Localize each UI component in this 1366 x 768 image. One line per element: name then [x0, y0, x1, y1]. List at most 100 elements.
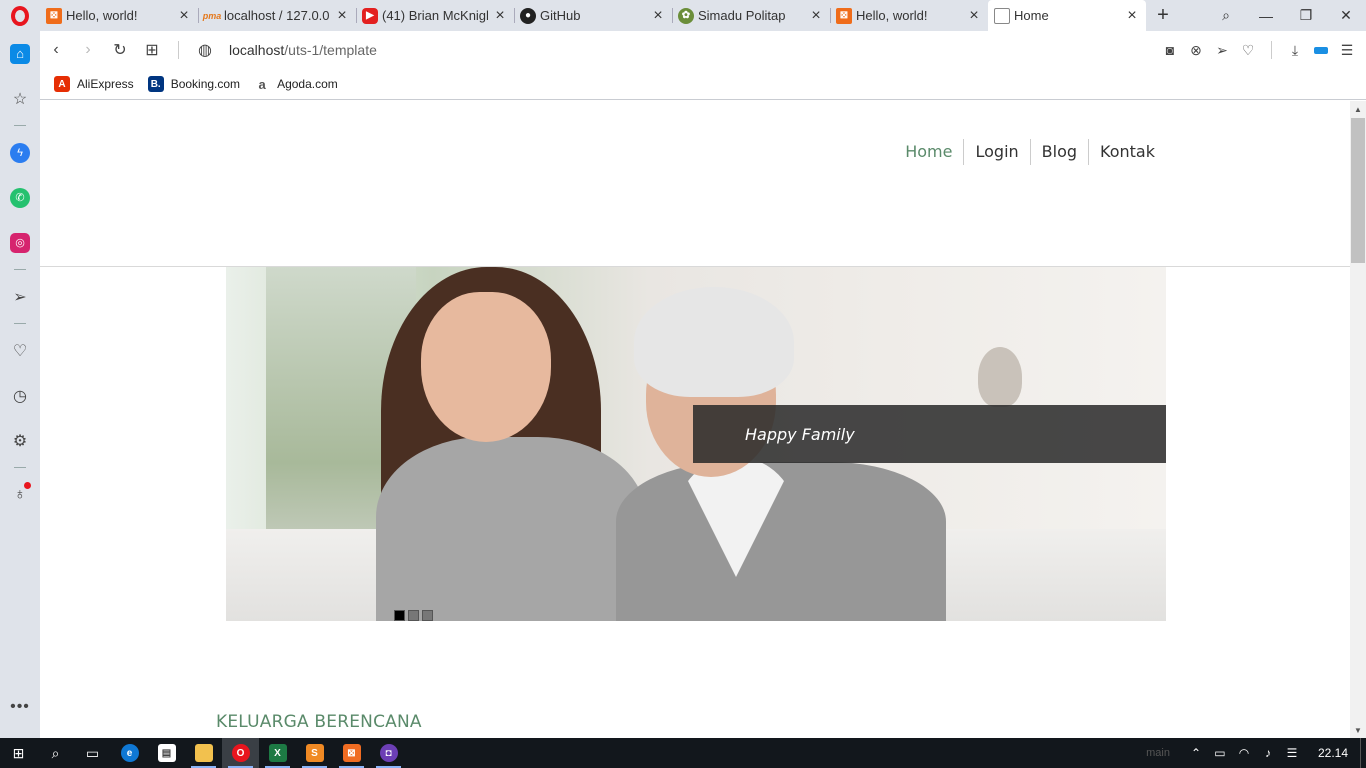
bookmark-aliexpress[interactable]: A AliExpress [54, 76, 134, 92]
nav-home[interactable]: Home [894, 139, 963, 165]
scroll-down-icon[interactable]: ▼ [1350, 722, 1366, 738]
page-scrollbar[interactable]: ▲ ▼ [1350, 101, 1366, 738]
close-icon[interactable]: × [650, 7, 666, 25]
back-button[interactable]: ‹ [40, 34, 72, 66]
sidebar-messenger[interactable]: ϟ [0, 130, 40, 175]
aliexpress-icon: A [54, 76, 70, 92]
heart-icon: ♡ [12, 342, 28, 360]
taskbar-xampp[interactable]: ⊠ [333, 738, 370, 768]
wifi-icon[interactable]: ◠ [1232, 746, 1256, 760]
bookmark-agoda[interactable]: a Agoda.com [254, 76, 338, 92]
slide-vase [978, 347, 1022, 407]
taskbar-purple-app[interactable]: ◘ [370, 738, 407, 768]
scroll-thumb[interactable] [1351, 118, 1365, 263]
close-icon[interactable]: × [176, 7, 192, 25]
notifications-icon[interactable]: ☰ [1280, 746, 1304, 760]
task-view-icon[interactable]: ▭ [74, 738, 111, 768]
nav-blog[interactable]: Blog [1029, 139, 1088, 165]
system-tray: main ⌃ ▭ ◠ ♪ ☰ 22.14 [1146, 738, 1366, 768]
sidebar-divider [14, 323, 26, 324]
agoda-icon: a [258, 76, 266, 92]
close-icon[interactable]: × [492, 7, 508, 25]
tab[interactable]: ▶ (41) Brian McKnight × [356, 0, 514, 31]
tab[interactable]: ● GitHub × [514, 0, 672, 31]
search-tabs-icon[interactable]: ⌕ [1206, 0, 1246, 31]
opera-menu-button[interactable] [0, 0, 40, 31]
adblock-icon[interactable]: ⊗ [1183, 37, 1209, 63]
purple-app-icon: ◘ [379, 744, 398, 762]
slider-dot[interactable] [408, 610, 419, 621]
xampp-icon: ⊠ [836, 7, 852, 24]
tab[interactable]: pma localhost / 127.0.0.1 × [198, 0, 356, 31]
easy-setup-icon[interactable]: ☰ [1334, 37, 1360, 63]
battery-icon[interactable]: ▭ [1208, 746, 1232, 760]
sidebar-tips[interactable]: ♁ [0, 472, 40, 517]
chevron-up-icon[interactable]: ⌃ [1184, 746, 1208, 760]
xampp-icon: ⊠ [46, 7, 62, 24]
bookmark-label: Agoda.com [277, 77, 338, 91]
slider-dot[interactable] [422, 610, 433, 621]
close-icon[interactable]: × [334, 7, 350, 25]
sidebar-history[interactable]: ◷ [0, 373, 40, 418]
taskbar-explorer[interactable] [185, 738, 222, 768]
close-icon[interactable]: × [808, 7, 824, 25]
bookmark-label: AliExpress [77, 77, 134, 91]
tab-strip: ⊠ Hello, world! × pma localhost / 127.0.… [0, 0, 1366, 31]
section-title: KELUARGA BERENCANA [216, 712, 422, 732]
volume-icon[interactable]: ♪ [1256, 746, 1280, 760]
clock[interactable]: 22.14 [1318, 746, 1348, 760]
start-button[interactable]: ⊞ [0, 738, 37, 768]
clock-icon: ◷ [13, 387, 27, 405]
taskbar-edge[interactable]: e [111, 738, 148, 768]
hero-slider[interactable]: Happy Family [226, 267, 1166, 621]
camera-icon[interactable]: ◙ [1157, 37, 1183, 63]
taskbar-sublime[interactable]: S [296, 738, 333, 768]
new-tab-button[interactable]: + [1146, 0, 1180, 31]
bookmark-booking[interactable]: B. Booking.com [147, 76, 240, 92]
simadu-icon: ✿ [678, 7, 694, 24]
slider-dot[interactable] [394, 610, 405, 621]
forward-button[interactable]: › [72, 34, 104, 66]
more-icon[interactable]: ••• [0, 698, 40, 716]
reload-button[interactable]: ↻ [104, 34, 136, 66]
address-divider [1271, 41, 1272, 59]
sidebar-speed-dial[interactable]: ☆ [0, 76, 40, 121]
home-icon: ⌂ [10, 43, 30, 64]
taskbar-file[interactable]: ▤ [148, 738, 185, 768]
send-icon: ➢ [13, 288, 27, 306]
close-icon[interactable]: × [966, 7, 982, 25]
opera-logo-icon [11, 5, 29, 26]
search-icon[interactable]: ⌕ [37, 738, 74, 768]
sidebar-bookmarks[interactable]: ♡ [0, 328, 40, 373]
send-icon[interactable]: ➢ [1209, 37, 1235, 63]
instagram-icon: ◎ [10, 232, 30, 253]
tab[interactable]: ⊠ Hello, world! × [40, 0, 198, 31]
tab-active[interactable]: Home × [988, 0, 1146, 31]
download-icon[interactable]: ⤓ [1282, 37, 1308, 63]
sidebar-instagram[interactable]: ◎ [0, 220, 40, 265]
globe-icon[interactable]: ◍ [189, 34, 221, 66]
windows-taskbar: ⊞ ⌕ ▭ e ▤ O X S ⊠ ◘ main ⌃ ▭ ◠ ♪ ☰ 22.14 [0, 738, 1366, 768]
sidebar-settings[interactable]: ⚙ [0, 418, 40, 463]
show-desktop-button[interactable] [1360, 738, 1366, 768]
close-window-button[interactable]: ✕ [1326, 0, 1366, 31]
sidebar-home[interactable]: ⌂ [0, 31, 40, 76]
address-bar-actions: ◙ ⊗ ➢ ♡ ⤓ ☰ [1157, 37, 1366, 63]
tab[interactable]: ✿ Simadu Politap × [672, 0, 830, 31]
tabs-overview-icon[interactable]: ⊞ [136, 34, 168, 66]
heart-icon[interactable]: ♡ [1235, 37, 1261, 63]
scroll-up-icon[interactable]: ▲ [1350, 101, 1366, 117]
sidebar-my-flow[interactable]: ➢ [0, 274, 40, 319]
nav-login[interactable]: Login [963, 139, 1029, 165]
taskbar-excel[interactable]: X [259, 738, 296, 768]
url-field[interactable]: localhost/uts-1/template [229, 42, 377, 58]
slide-caption: Happy Family [693, 405, 1166, 463]
minimize-button[interactable]: — [1246, 0, 1286, 31]
taskbar-opera[interactable]: O [222, 738, 259, 768]
vpn-icon[interactable] [1308, 37, 1334, 63]
sidebar-whatsapp[interactable]: ✆ [0, 175, 40, 220]
nav-kontak[interactable]: Kontak [1088, 139, 1166, 165]
tab[interactable]: ⊠ Hello, world! × [830, 0, 988, 31]
close-icon[interactable]: × [1124, 7, 1140, 25]
restore-button[interactable]: ❐ [1286, 0, 1326, 31]
